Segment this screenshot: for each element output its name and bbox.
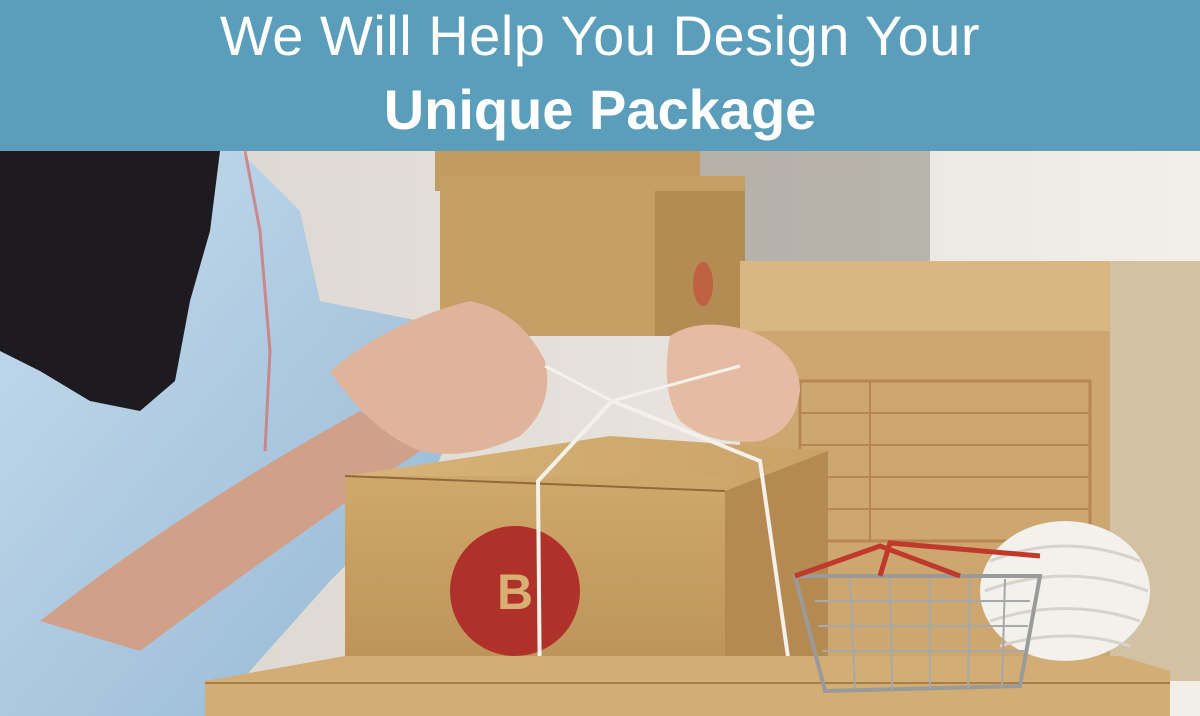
title-banner: We Will Help You Design Your Unique Pack… xyxy=(0,0,1200,151)
box-logo-letter: B xyxy=(497,564,533,620)
packaging-photo: B xyxy=(0,151,1200,716)
headline-line-1: We Will Help You Design Your xyxy=(219,4,981,67)
headline-line-2: Unique Package xyxy=(383,78,817,141)
